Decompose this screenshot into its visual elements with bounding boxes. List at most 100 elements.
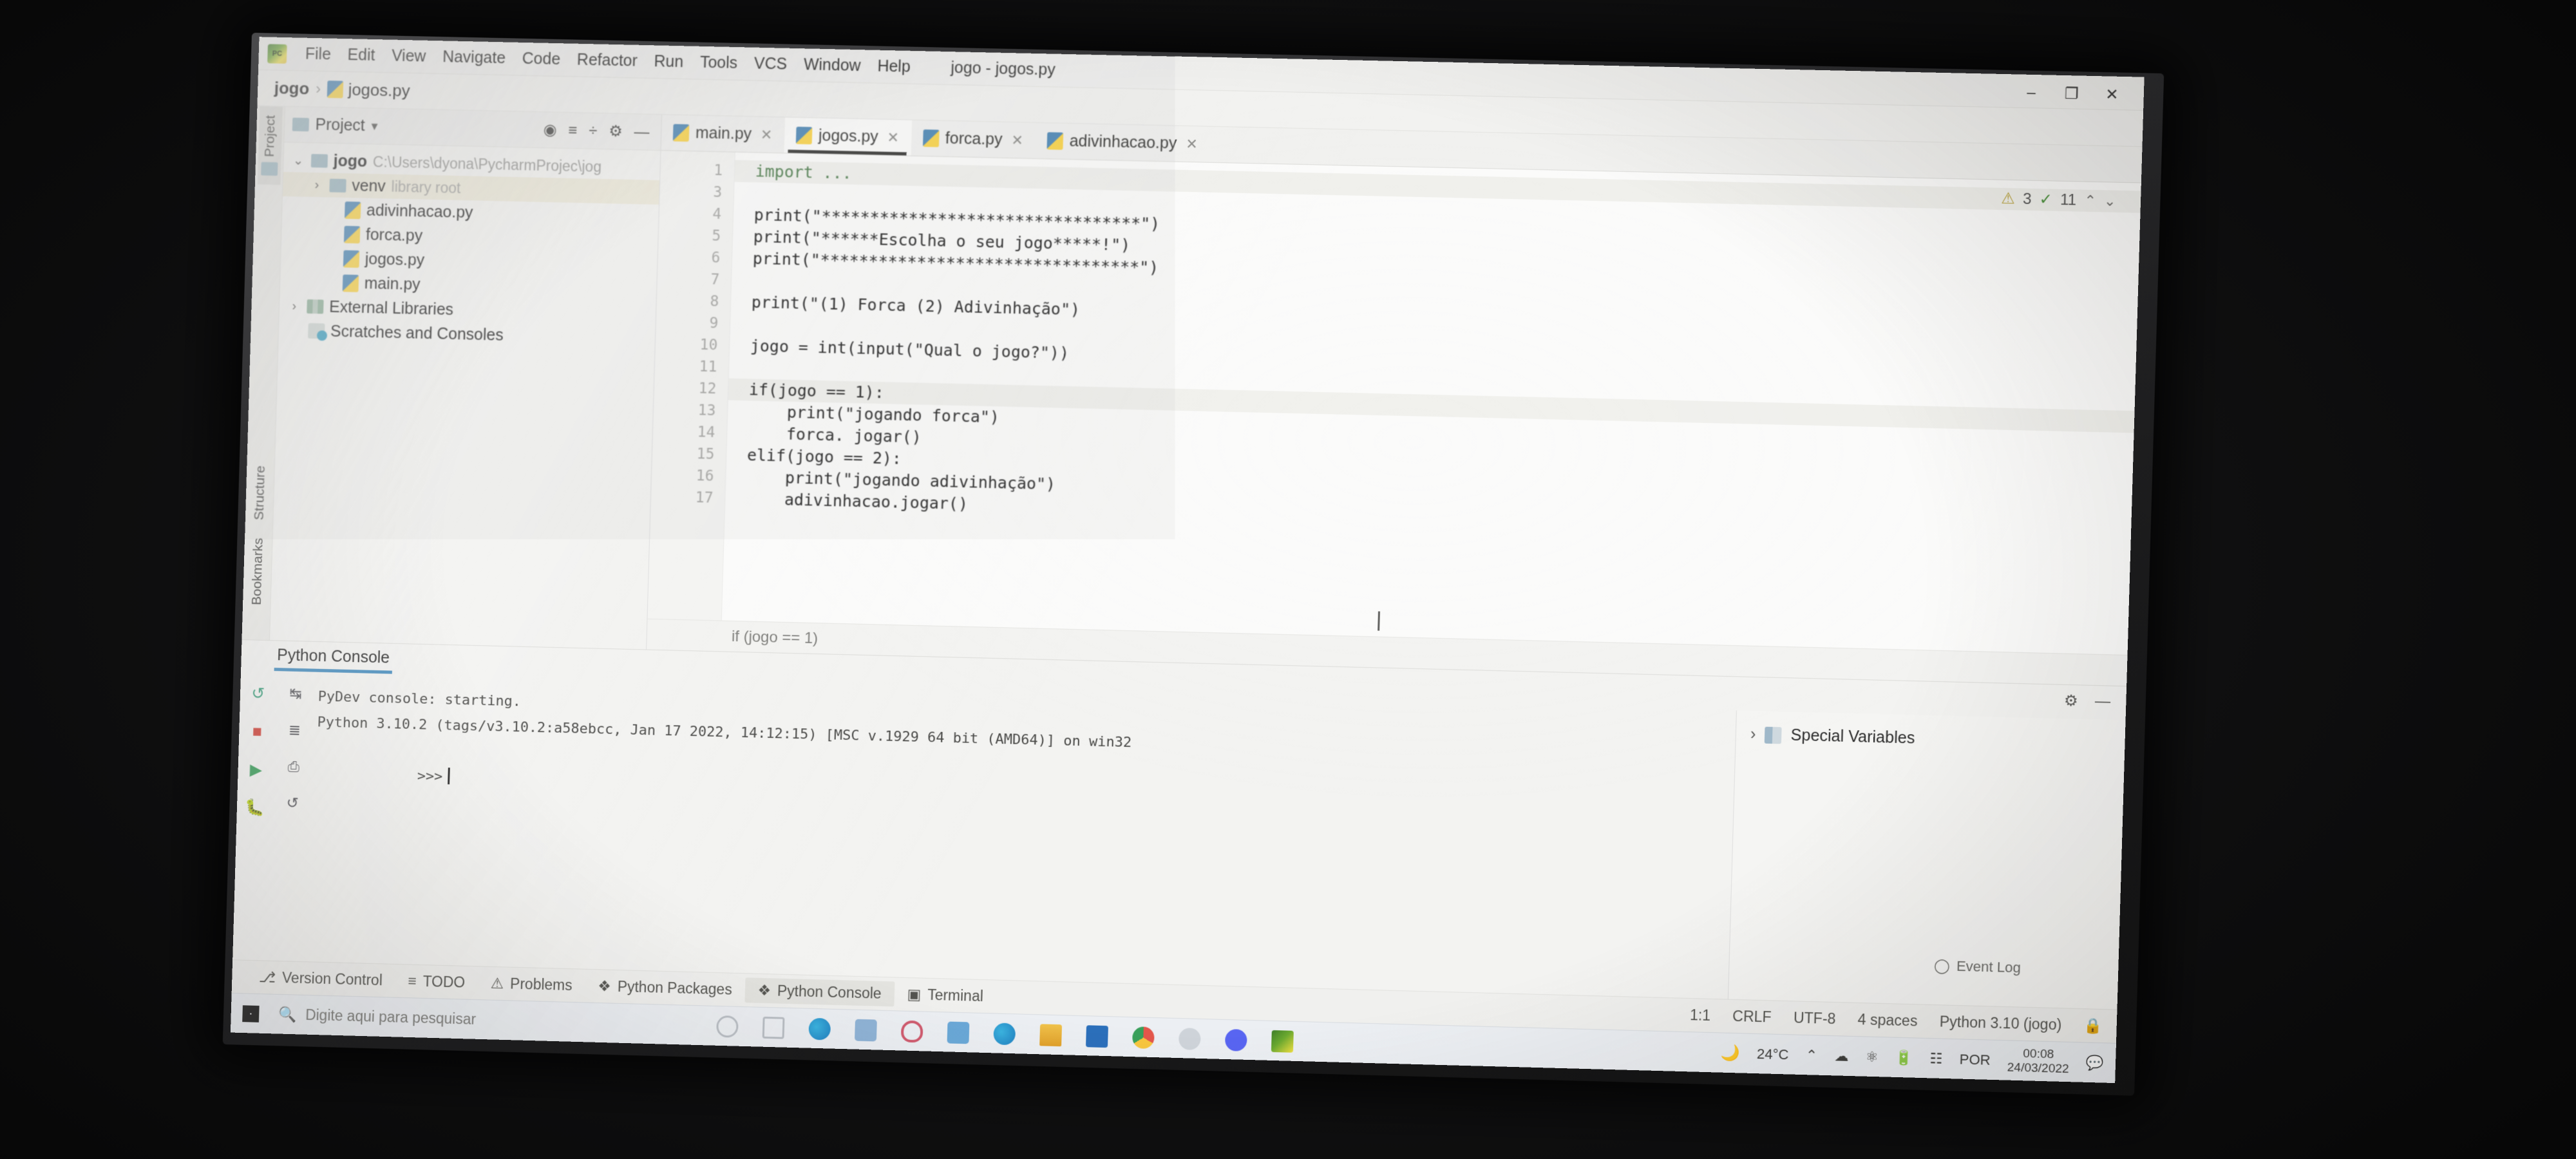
code-editor[interactable]: import ... print("**********************… [722,153,2141,655]
soft-wrap-icon[interactable]: ↹ [289,685,302,702]
chevron-down-icon[interactable]: ⌄ [291,152,305,168]
sidebar-item-bookmarks[interactable]: Bookmarks [245,529,269,614]
event-log-button[interactable]: ◯ Event Log [1934,957,2022,977]
console-tab-python-console[interactable]: Python Console [277,646,390,672]
text-cursor [1378,611,1380,631]
chevron-right-icon[interactable]: › [310,177,324,192]
menu-edit[interactable]: Edit [339,42,384,69]
battery-icon[interactable]: 🔋 [1895,1049,1913,1066]
close-icon[interactable]: ✕ [887,129,899,146]
word-icon[interactable] [1086,1024,1108,1048]
mail-icon[interactable] [947,1021,970,1044]
console-output[interactable]: PyDev console: starting. Python 3.10.2 (… [308,675,1736,999]
chevron-right-icon[interactable]: › [1750,725,1756,744]
menu-run[interactable]: Run [645,48,692,75]
rerun-icon[interactable]: ↺ [251,684,265,703]
menu-vcs[interactable]: VCS [745,50,795,78]
status-tab-todo[interactable]: ≡ TODO [395,968,478,995]
discord-icon[interactable] [1224,1028,1247,1051]
pycharm-icon[interactable] [1271,1030,1294,1053]
moon-icon[interactable]: 🌙 [1720,1044,1740,1063]
windows-start-icon[interactable] [242,1004,260,1022]
clock-time: 00:08 [2023,1046,2054,1062]
sidebar-item-structure[interactable]: Structure [248,456,272,529]
status-tab-python-console[interactable]: ❖ Python Console [744,977,895,1007]
store-icon[interactable] [855,1019,877,1041]
maximize-button[interactable]: ❐ [2051,79,2092,109]
print-icon[interactable]: ⎙ [287,758,299,775]
tray-overflow-icon[interactable]: ⌃ [1805,1047,1817,1064]
tab-adivinhacao-py[interactable]: adivinhacao.py ✕ [1035,123,1211,162]
hide-panel-icon[interactable]: — [634,123,650,141]
network-icon[interactable]: ☷ [1929,1050,1943,1068]
next-problem-icon[interactable]: ⌄ [2104,193,2116,210]
menu-code[interactable]: Code [513,46,569,73]
temperature[interactable]: 24°C [1757,1046,1789,1063]
menu-navigate[interactable]: Navigate [434,44,515,71]
scroll-end-icon[interactable]: ≣ [289,721,301,739]
line-number: 16 [696,467,714,485]
expand-split-icon[interactable]: ÷ [589,122,598,140]
breadcrumb-project[interactable]: jogo [274,78,310,99]
chevron-right-icon[interactable]: › [287,299,301,314]
menu-refactor[interactable]: Refactor [568,46,646,74]
antivirus-icon[interactable]: ⚛ [1865,1048,1879,1066]
breadcrumb-file[interactable]: jogos.py [327,79,410,101]
edge-icon-2[interactable] [993,1022,1016,1045]
status-tab-problems[interactable]: ⚠ Problems [477,970,585,998]
execute-icon[interactable]: ▶ [249,760,262,779]
caret-position[interactable]: 1:1 [1690,1006,1711,1024]
project-panel-title[interactable]: Project ▾ [292,115,378,136]
console-body: ↺ ■ ▶ 🐛 ↹ ≣ ⎙ ↺ PyDev console: starting.… [232,674,2126,1010]
locate-icon[interactable]: ◉ [543,120,557,139]
status-tab-terminal[interactable]: ▣ Terminal [894,981,996,1009]
special-variables-panel: › Special Variables [1727,710,2126,1010]
chrome-icon[interactable] [1132,1026,1155,1049]
collapse-all-icon[interactable]: ≡ [568,122,578,140]
hide-panel-icon[interactable]: — [2094,692,2111,711]
clock[interactable]: 00:08 24/03/2022 [2007,1046,2069,1076]
sidebar-item-project[interactable]: Project [257,106,283,185]
status-tab-python-packages[interactable]: ❖ Python Packages [585,974,745,1003]
menu-window[interactable]: Window [795,52,869,79]
file-encoding[interactable]: UTF-8 [1794,1009,1836,1028]
menu-tools[interactable]: Tools [692,50,746,77]
inspection-widget[interactable]: ⚠ 3 ✓ 11 ⌃ ⌄ [2001,189,2116,211]
stop-icon[interactable]: ■ [252,722,262,741]
tab-jogos-py[interactable]: jogos.py ✕ [784,117,912,156]
tab-forca-py[interactable]: forca.py ✕ [911,120,1036,158]
cortana-icon[interactable] [716,1015,739,1038]
explorer-icon[interactable] [1039,1023,1063,1046]
task-view-icon[interactable] [762,1016,785,1039]
history-icon[interactable]: ↺ [286,795,299,812]
line-separator[interactable]: CRLF [1732,1008,1772,1026]
opera-icon[interactable] [900,1020,923,1042]
python-console-icon: ❖ [757,981,772,999]
status-tab-version-control[interactable]: ⎇ Version Control [246,965,396,994]
close-icon[interactable]: ✕ [761,126,773,143]
close-icon[interactable]: ✕ [1186,135,1198,152]
edge-icon[interactable] [808,1017,831,1041]
gear-icon[interactable]: ⚙ [2064,692,2079,711]
notifications-icon[interactable]: 💬 [2086,1054,2104,1071]
whatsapp-icon[interactable] [1178,1027,1201,1050]
taskbar-search[interactable]: 🔍 Digite aqui para pesquisar [270,1005,680,1033]
tab-main-py[interactable]: main.py ✕ [661,115,785,153]
onedrive-icon[interactable]: ☁ [1834,1048,1849,1065]
chevron-down-icon[interactable]: ▾ [371,118,378,134]
interpreter-selector[interactable]: Python 3.10 (jogo) [1939,1013,2061,1033]
close-icon[interactable]: ✕ [1011,132,1023,149]
gear-icon[interactable]: ⚙ [609,122,623,140]
menu-view[interactable]: View [383,42,435,70]
menu-file[interactable]: File [297,41,340,68]
menu-help[interactable]: Help [869,53,919,80]
debug-icon[interactable]: 🐛 [245,798,265,818]
python-file-icon [344,201,361,219]
prev-problem-icon[interactable]: ⌃ [2084,192,2096,209]
minimize-button[interactable]: – [2011,78,2052,108]
special-variables-row[interactable]: › Special Variables [1750,725,2125,753]
lock-icon[interactable]: 🔒 [2083,1017,2103,1035]
indent-setting[interactable]: 4 spaces [1857,1011,1917,1030]
language-indicator[interactable]: POR [1959,1051,1991,1068]
close-button[interactable]: ✕ [2091,80,2132,109]
